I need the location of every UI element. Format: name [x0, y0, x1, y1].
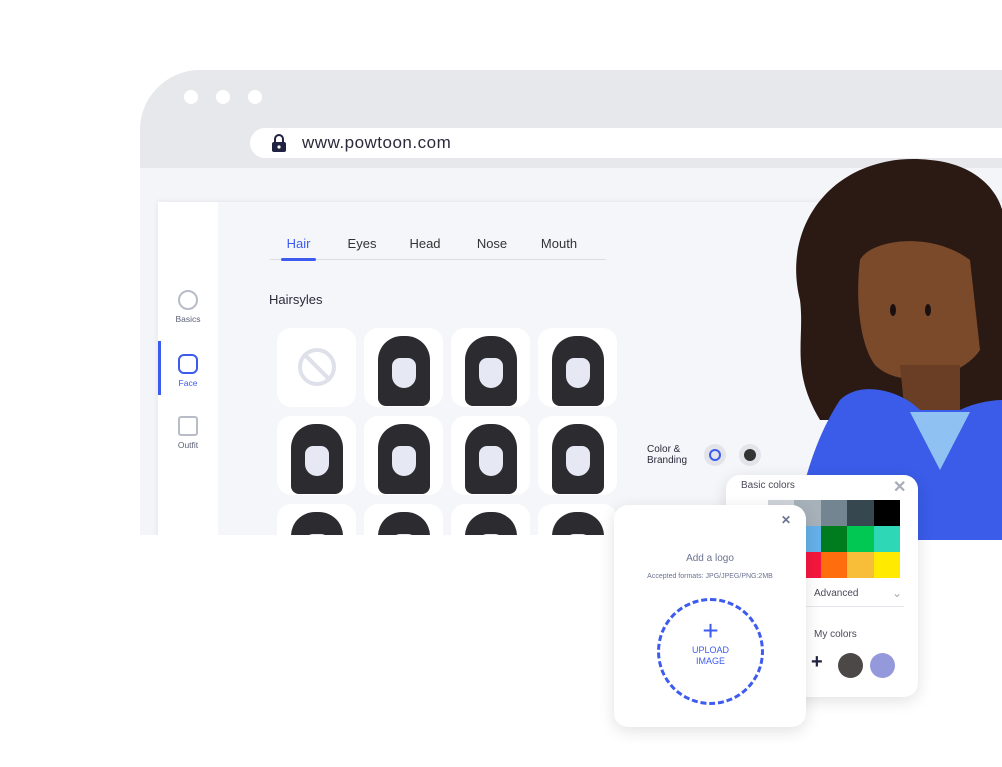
upload-image-button[interactable]: + UPLOAD IMAGE	[657, 598, 764, 705]
shirt-icon	[178, 416, 198, 436]
my-color-swatch[interactable]	[870, 653, 895, 678]
advanced-toggle[interactable]: Advanced	[814, 588, 858, 599]
hairstyle-option[interactable]	[451, 416, 530, 495]
color-swatch[interactable]	[820, 526, 847, 552]
hairstyle-option[interactable]	[538, 504, 617, 535]
no-hair-option[interactable]	[277, 328, 356, 407]
upload-label: UPLOAD	[691, 645, 729, 655]
add-color-icon[interactable]: +	[811, 651, 823, 674]
sidebar: Basics Face Outfit	[158, 202, 218, 535]
lock-icon	[272, 134, 286, 152]
my-color-swatch[interactable]	[838, 653, 863, 678]
color-swatch[interactable]	[873, 500, 900, 526]
chevron-down-icon[interactable]: ⌄	[892, 586, 902, 600]
hairstyle-option[interactable]	[364, 504, 443, 535]
sidebar-item-basics[interactable]: Basics	[158, 290, 218, 324]
color-dot	[744, 449, 756, 461]
tab-hair[interactable]: Hair	[281, 236, 316, 261]
fingerprint-icon	[178, 290, 198, 310]
tab-head[interactable]: Head	[405, 236, 445, 259]
label-line: Branding	[647, 455, 688, 466]
sidebar-label: Basics	[175, 314, 201, 324]
divider	[804, 606, 904, 607]
hair-icon	[465, 512, 517, 535]
hair-icon	[552, 512, 604, 535]
window-dot[interactable]	[216, 90, 230, 104]
face-scan-icon	[178, 354, 198, 374]
plus-icon: +	[702, 615, 719, 646]
palette-icon	[709, 449, 721, 461]
hairstyle-option[interactable]	[277, 504, 356, 535]
sidebar-label: Outfit	[177, 440, 199, 450]
color-swatch[interactable]	[873, 552, 900, 578]
sidebar-item-face[interactable]: Face	[158, 354, 218, 388]
formats-hint: Accepted formats: JPG/JPEG/PNG:2MB	[647, 573, 773, 580]
palette-button[interactable]	[704, 444, 726, 466]
hairstyle-option[interactable]	[538, 328, 617, 407]
tab-eyes[interactable]: Eyes	[342, 236, 382, 259]
tab-bar: Hair Eyes Head Nose Mouth	[270, 236, 606, 261]
upload-label: IMAGE	[695, 656, 725, 666]
hairstyle-option[interactable]	[277, 416, 356, 495]
color-swatch[interactable]	[847, 500, 874, 526]
section-title: Hairsyles	[269, 292, 323, 307]
hairstyle-option[interactable]	[364, 328, 443, 407]
hairstyle-option[interactable]	[364, 416, 443, 495]
sidebar-label: Face	[178, 378, 198, 388]
color-branding-label: Color & Branding	[647, 444, 687, 466]
face-shape	[858, 241, 980, 380]
window-dot[interactable]	[248, 90, 262, 104]
hair-icon	[291, 512, 343, 535]
close-icon[interactable]: ✕	[781, 513, 791, 527]
my-colors-title: My colors	[814, 629, 857, 640]
label-line: Color &	[647, 444, 681, 455]
url-text: www.powtoon.com	[302, 133, 452, 152]
sidebar-item-outfit[interactable]: Outfit	[158, 416, 218, 450]
color-swatch[interactable]	[820, 500, 847, 526]
add-logo-popup: ✕ Add a logo Accepted formats: JPG/JPEG/…	[614, 505, 806, 727]
hairstyle-option[interactable]	[451, 504, 530, 535]
window-dot[interactable]	[184, 90, 198, 104]
hairstyle-option[interactable]	[538, 416, 617, 495]
color-swatch[interactable]	[873, 526, 900, 552]
hairstyle-option[interactable]	[451, 328, 530, 407]
tab-nose[interactable]: Nose	[472, 236, 512, 259]
popup-title: Basic colors	[741, 480, 795, 491]
selected-color-button[interactable]	[739, 444, 761, 466]
logo-title: Add a logo	[686, 553, 734, 564]
none-icon	[297, 348, 336, 386]
close-icon[interactable]: ✕	[893, 477, 906, 497]
hair-icon	[378, 512, 430, 535]
tab-mouth[interactable]: Mouth	[536, 236, 582, 259]
color-swatch[interactable]	[847, 552, 874, 578]
color-swatch[interactable]	[820, 552, 847, 578]
color-swatch[interactable]	[847, 526, 874, 552]
